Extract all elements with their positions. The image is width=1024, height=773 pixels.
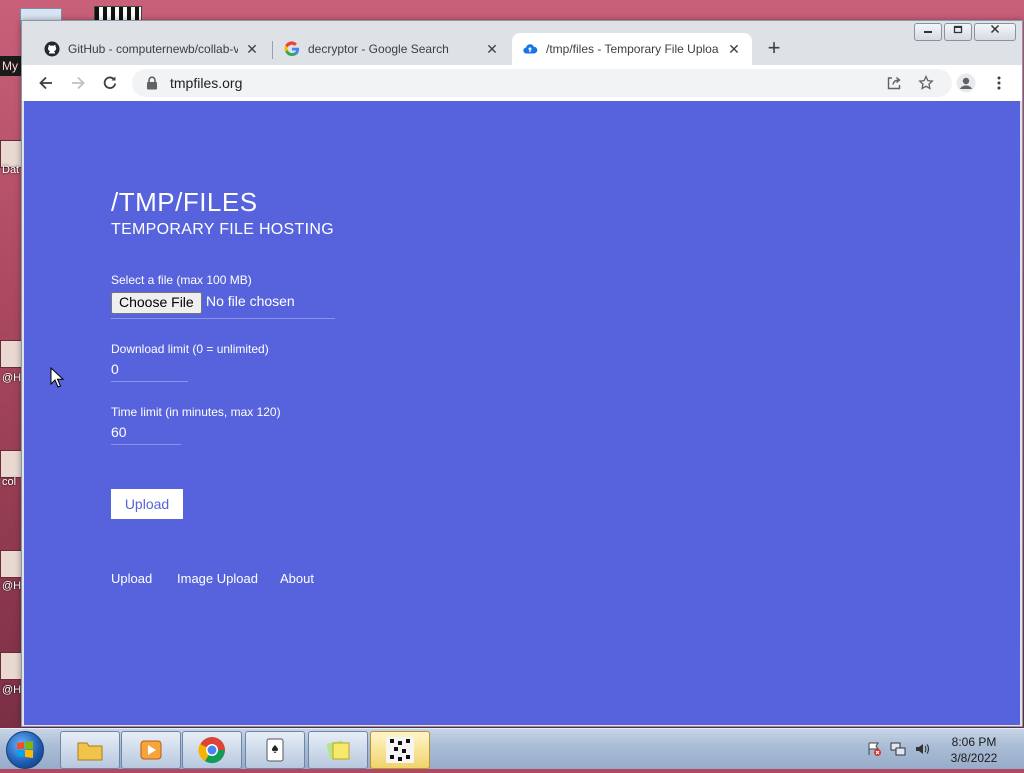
tab-tmpfiles[interactable]: /tmp/files - Temporary File Uploa ✕: [512, 33, 752, 65]
forward-button[interactable]: [66, 71, 90, 95]
browser-window: GitHub - computernewb/collab-v ✕ decrypt…: [21, 20, 1023, 727]
pixel-art-icon: [386, 737, 414, 763]
close-window-button[interactable]: [974, 23, 1016, 41]
file-label: Select a file (max 100 MB): [111, 273, 252, 287]
menu-kebab-icon[interactable]: [987, 71, 1011, 95]
footer-link-image-upload[interactable]: Image Upload: [177, 571, 258, 586]
tab-title: GitHub - computernewb/collab-v: [68, 42, 238, 56]
taskbar-pixel-app[interactable]: [370, 731, 430, 769]
browser-toolbar: tmpfiles.org: [22, 65, 1022, 102]
media-player-icon: [140, 740, 162, 760]
new-tab-button[interactable]: +: [762, 37, 786, 61]
volume-icon[interactable]: [914, 741, 930, 757]
tab-close-icon[interactable]: ✕: [244, 41, 260, 57]
github-icon: [44, 41, 60, 57]
clock-time: 8:06 PM: [951, 735, 997, 749]
profile-avatar-icon[interactable]: [954, 71, 978, 95]
network-icon[interactable]: [890, 741, 906, 757]
page-title: /TMP/FILES: [111, 187, 258, 217]
file-input[interactable]: Choose File No file chosen: [111, 292, 335, 319]
desktop-icon-label: @H: [2, 684, 22, 696]
action-center-icon[interactable]: [866, 741, 882, 757]
tab-title: decryptor - Google Search: [308, 42, 449, 56]
system-clock[interactable]: 8:06 PM 3/8/2022: [944, 734, 1004, 766]
taskbar-media-player[interactable]: [121, 731, 181, 769]
desktop-icon-label: col: [2, 476, 17, 488]
desktop-icon-label: @H: [2, 372, 22, 384]
cloud-upload-icon: [522, 41, 538, 57]
footer-link-upload[interactable]: Upload: [111, 571, 152, 586]
arrow-right-icon: [72, 76, 85, 90]
mouse-cursor-icon: [50, 366, 65, 394]
restore-button[interactable]: [944, 23, 972, 41]
taskbar-explorer[interactable]: [60, 731, 120, 769]
download-limit-label: Download limit (0 = unlimited): [111, 342, 269, 356]
time-limit-input[interactable]: 60: [111, 423, 181, 445]
taskbar: 8:06 PM 3/8/2022: [0, 728, 1024, 769]
windows-logo-icon: [17, 741, 33, 758]
minimize-button[interactable]: [914, 23, 942, 41]
reload-icon: [103, 76, 117, 89]
share-icon[interactable]: [882, 71, 906, 95]
taskbar-chrome[interactable]: [182, 731, 242, 769]
window-controls: [914, 23, 1016, 41]
tab-separator: [272, 41, 273, 59]
tab-github[interactable]: GitHub - computernewb/collab-v ✕: [34, 33, 270, 65]
tab-google-search[interactable]: decryptor - Google Search ✕: [274, 33, 510, 65]
start-button[interactable]: [6, 731, 44, 769]
footer-link-about[interactable]: About: [280, 571, 314, 586]
desktop-icon-label: Dat: [2, 164, 20, 176]
file-status: No file chosen: [206, 293, 295, 309]
taskbar-solitaire[interactable]: [245, 731, 305, 769]
sticky-notes-icon: [326, 740, 350, 760]
back-button[interactable]: [34, 71, 58, 95]
time-limit-label: Time limit (in minutes, max 120): [111, 405, 281, 419]
tab-strip: GitHub - computernewb/collab-v ✕ decrypt…: [22, 21, 1022, 65]
tab-close-icon[interactable]: ✕: [726, 41, 742, 57]
page-content: /TMP/FILES TEMPORARY FILE HOSTING Select…: [24, 101, 1020, 725]
download-limit-input[interactable]: 0: [111, 360, 188, 382]
tab-title: /tmp/files - Temporary File Uploa: [546, 42, 719, 56]
desktop-icon-label: @H: [2, 580, 22, 592]
address-url[interactable]: tmpfiles.org: [170, 75, 242, 91]
tab-close-icon[interactable]: ✕: [484, 41, 500, 57]
taskbar-sticky-notes[interactable]: [308, 731, 368, 769]
playing-card-icon: [266, 738, 284, 762]
clock-date: 3/8/2022: [950, 751, 998, 765]
chrome-icon: [198, 737, 225, 764]
bookmark-star-icon[interactable]: [914, 71, 938, 95]
choose-file-button[interactable]: Choose File: [111, 292, 202, 314]
page-subtitle: TEMPORARY FILE HOSTING: [111, 221, 334, 238]
arrow-left-icon: [39, 76, 52, 90]
google-icon: [284, 41, 300, 57]
reload-button[interactable]: [98, 71, 122, 95]
upload-button[interactable]: Upload: [111, 489, 183, 519]
lock-icon[interactable]: [144, 75, 160, 91]
address-bar[interactable]: tmpfiles.org: [132, 69, 952, 97]
folder-icon: [77, 742, 103, 761]
